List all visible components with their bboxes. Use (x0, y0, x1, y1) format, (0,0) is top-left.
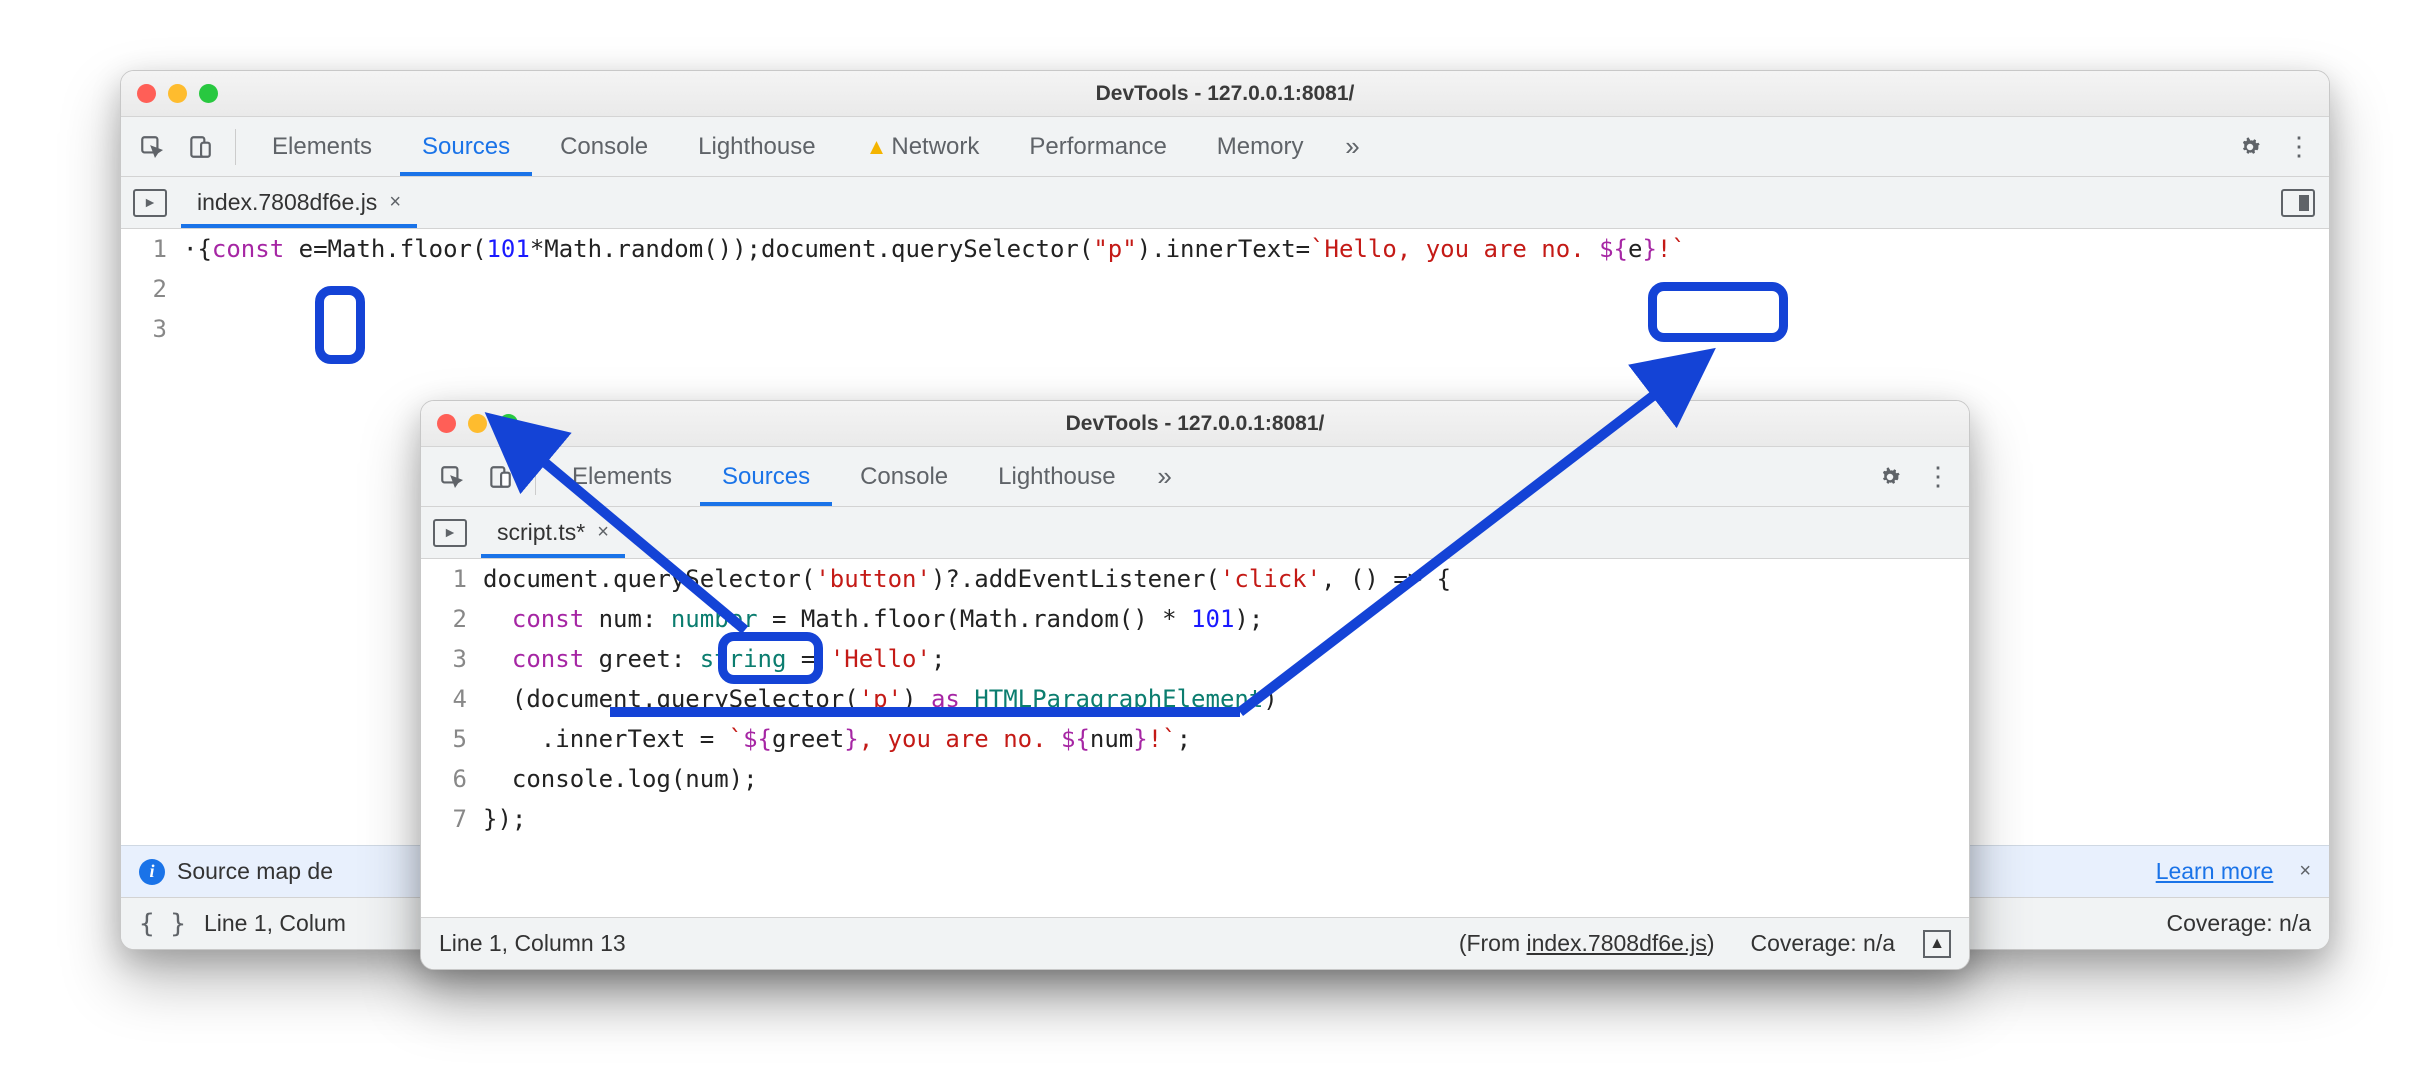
coverage-status: Coverage: n/a (1751, 930, 1895, 957)
tab-sources[interactable]: Sources (400, 117, 532, 176)
tab-memory[interactable]: Memory (1195, 117, 1326, 176)
tab-sources[interactable]: Sources (700, 447, 832, 506)
infobar-text: Source map de (177, 858, 333, 885)
file-tab-script-ts[interactable]: script.ts* × (481, 507, 625, 558)
inspect-icon[interactable] (131, 126, 173, 168)
minimize-icon[interactable] (168, 84, 187, 103)
kebab-menu-icon[interactable]: ⋮ (1917, 456, 1959, 498)
from-label: (From index.7808df6e.js) (1459, 930, 1715, 957)
tab-performance[interactable]: Performance (1007, 117, 1188, 176)
file-tab-label: index.7808df6e.js (197, 189, 377, 216)
status-bar: Line 1, Column 13 (From index.7808df6e.j… (421, 917, 1969, 969)
titlebar[interactable]: DevTools - 127.0.0.1:8081/ (421, 401, 1969, 447)
minimize-icon[interactable] (468, 414, 487, 433)
show-drawer-icon[interactable]: ▲ (1923, 930, 1951, 958)
close-tab-icon[interactable]: × (597, 521, 609, 544)
divider (535, 459, 536, 495)
pretty-print-icon[interactable]: { } (139, 909, 186, 939)
var-num: num: (584, 605, 671, 633)
warning-icon: ▲ (866, 134, 888, 160)
tab-console[interactable]: Console (538, 117, 670, 176)
file-tab-strip: index.7808df6e.js × (121, 177, 2329, 229)
tab-network[interactable]: ▲Network (844, 117, 1002, 176)
file-tab-label: script.ts* (497, 519, 585, 546)
window-title: DevTools - 127.0.0.1:8081/ (421, 412, 1969, 436)
zoom-icon[interactable] (499, 414, 518, 433)
code-editor[interactable]: 123 456 7 document.querySelector('button… (421, 559, 1969, 917)
info-icon: i (139, 859, 165, 885)
titlebar[interactable]: DevTools - 127.0.0.1:8081/ (121, 71, 2329, 117)
window-controls (137, 84, 218, 103)
template-hello: `Hello, (1310, 235, 1411, 263)
window-title: DevTools - 127.0.0.1:8081/ (121, 82, 2329, 106)
file-tab-compiled[interactable]: index.7808df6e.js × (181, 177, 417, 228)
sidebar-toggle-icon[interactable] (2281, 189, 2315, 217)
panel-tab-strip: Elements Sources Console Lighthouse » ⋮ (421, 447, 1969, 507)
cursor-position: Line 1, Column 13 (439, 930, 626, 957)
close-icon[interactable] (137, 84, 156, 103)
settings-icon[interactable] (2229, 126, 2271, 168)
minified-var-e: e (299, 235, 313, 263)
line-gutter: 1 2 3 (121, 229, 183, 845)
tab-lighthouse[interactable]: Lighthouse (676, 117, 837, 176)
navigator-toggle-icon[interactable] (433, 519, 467, 547)
tab-lighthouse[interactable]: Lighthouse (976, 447, 1137, 506)
from-file-link[interactable]: index.7808df6e.js (1527, 930, 1707, 956)
file-tab-strip: script.ts* × (421, 507, 1969, 559)
line-gutter: 123 456 7 (421, 559, 483, 917)
tab-elements[interactable]: Elements (250, 117, 394, 176)
close-icon[interactable] (437, 414, 456, 433)
code-content[interactable]: document.querySelector('button')?.addEve… (483, 559, 1969, 917)
more-tabs-icon[interactable]: » (1144, 456, 1186, 498)
infobar-close-icon[interactable]: × (2299, 860, 2311, 883)
panel-tab-strip: Elements Sources Console Lighthouse ▲Net… (121, 117, 2329, 177)
coverage-status: Coverage: n/a (2167, 910, 2311, 937)
navigator-toggle-icon[interactable] (133, 189, 167, 217)
kebab-menu-icon[interactable]: ⋮ (2277, 126, 2319, 168)
cursor-position: Line 1, Colum (204, 910, 346, 937)
inspect-icon[interactable] (431, 456, 473, 498)
divider (235, 129, 236, 165)
devtools-window-authored: DevTools - 127.0.0.1:8081/ Elements Sour… (420, 400, 1970, 970)
close-tab-icon[interactable]: × (389, 191, 401, 214)
tab-elements[interactable]: Elements (550, 447, 694, 506)
window-controls (437, 414, 518, 433)
settings-icon[interactable] (1869, 456, 1911, 498)
device-toggle-icon[interactable] (179, 126, 221, 168)
tab-console[interactable]: Console (838, 447, 970, 506)
zoom-icon[interactable] (199, 84, 218, 103)
device-toggle-icon[interactable] (479, 456, 521, 498)
learn-more-link[interactable]: Learn more (2156, 858, 2274, 885)
more-tabs-icon[interactable]: » (1331, 126, 1373, 168)
